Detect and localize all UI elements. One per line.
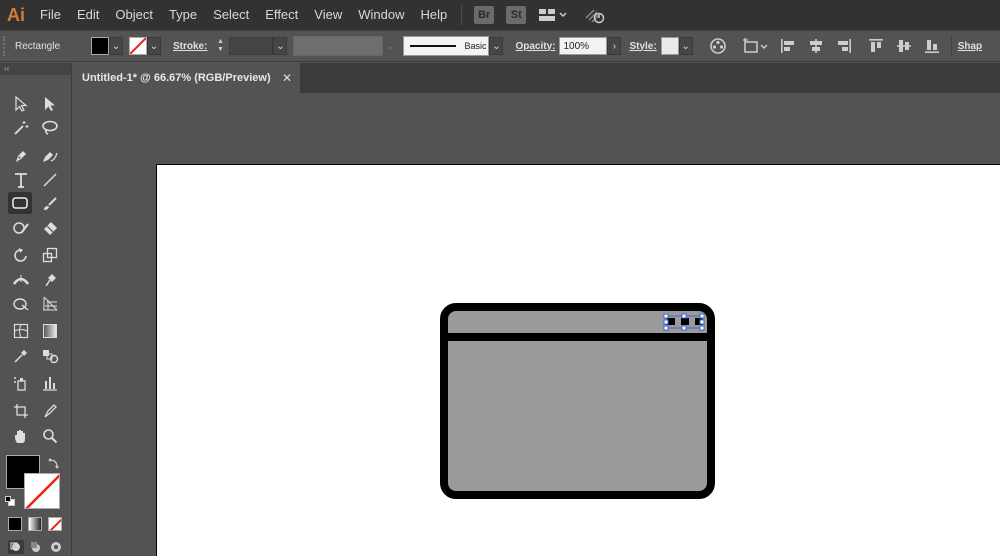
gpu-performance-icon[interactable] [578,4,612,26]
width-tool-icon[interactable] [9,269,33,291]
draw-inside-icon[interactable] [48,540,64,554]
paintbrush-tool-icon[interactable] [38,193,62,215]
fill-dropdown-icon[interactable]: ⌄ [109,37,123,55]
toolbox-panel: ‹‹ [0,63,72,556]
opacity-label[interactable]: Opacity: [515,41,555,52]
menu-effect[interactable]: Effect [257,0,306,30]
variable-width-profile[interactable] [293,36,384,56]
arrange-documents-icon[interactable] [536,4,570,26]
menu-file[interactable]: File [32,0,69,30]
default-colors-icon[interactable] [5,495,15,506]
menu-bar: Ai File Edit Object Type Select Effect V… [0,0,1000,30]
menu-type[interactable]: Type [161,0,205,30]
control-bar: Rectangle ⌄ ⌄ Stroke: ▲ ▼ ⌄ ⌄ Basic ⌄ Opa… [0,30,1000,62]
lasso-tool-icon[interactable] [38,117,62,139]
gradient-tool-icon[interactable] [38,320,62,342]
zoom-tool-icon[interactable] [38,425,62,447]
direct-selection-tool-icon[interactable] [38,93,62,115]
menu-window[interactable]: Window [350,0,412,30]
stroke-label[interactable]: Stroke: [173,41,207,52]
align-vertical-center-icon[interactable] [893,35,915,57]
gradient-mode-button[interactable] [28,517,42,531]
draw-behind-icon[interactable] [28,540,44,554]
slice-tool-icon[interactable] [38,400,62,422]
graphic-style-swatch[interactable] [660,37,679,55]
style-dropdown-icon[interactable]: ⌄ [678,37,693,55]
shape-builder-tool-icon[interactable] [9,293,33,315]
type-tool-icon[interactable] [9,169,33,191]
color-mode-button[interactable] [8,517,22,531]
recolor-artwork-icon[interactable] [707,35,729,57]
window-control-dots[interactable] [667,318,703,325]
swap-fill-stroke-icon[interactable] [48,457,60,469]
opacity-input[interactable]: 100% [559,37,608,55]
stroke-dropdown-icon[interactable]: ⌄ [147,37,161,55]
eyedropper-tool-icon[interactable] [9,345,33,367]
selection-tool-icon[interactable] [9,93,33,115]
align-left-icon[interactable] [777,35,799,57]
stroke-color-swatch[interactable] [24,473,60,509]
menu-help[interactable]: Help [412,0,455,30]
curvature-tool-icon[interactable] [38,145,62,167]
magic-wand-tool-icon[interactable] [9,117,33,139]
hand-tool-icon[interactable] [9,425,33,447]
toolbox-collapse[interactable]: ‹‹ [0,63,71,75]
align-horizontal-center-icon[interactable] [805,35,827,57]
align-to-icon[interactable] [741,35,771,57]
app-logo: Ai [7,4,25,25]
stroke-weight-input[interactable] [229,37,274,55]
draw-normal-icon[interactable] [8,540,24,554]
shape-label[interactable]: Shap [958,41,982,52]
document-tab-bar: Untitled-1* @ 66.67% (RGB/Preview) ✕ [72,63,1000,93]
puppet-warp-tool-icon[interactable] [38,269,62,291]
align-right-icon[interactable] [833,35,855,57]
style-label: Style: [629,40,657,52]
menu-select[interactable]: Select [205,0,257,30]
artboard[interactable] [157,165,1000,556]
close-tab-icon[interactable]: ✕ [282,71,292,85]
panel-grip[interactable] [3,36,9,56]
width-profile-dropdown-icon: ⌄ [383,37,398,55]
shaper-tool-icon[interactable] [9,217,33,239]
opacity-arrow-icon[interactable]: › [607,37,622,55]
fill-swatch[interactable] [91,37,109,55]
brush-dropdown-icon[interactable]: ⌄ [489,37,504,55]
column-graph-tool-icon[interactable] [38,372,62,394]
document-tab-title: Untitled-1* @ 66.67% (RGB/Preview) [82,72,271,84]
brush-definition-label: Basic [464,41,487,51]
line-segment-tool-icon[interactable] [38,169,62,191]
bridge-button[interactable]: Br [474,6,495,24]
none-mode-button[interactable] [48,517,62,531]
stroke-weight-dropdown-icon[interactable]: ⌄ [273,37,288,55]
blend-tool-icon[interactable] [38,345,62,367]
control-divider [950,36,952,56]
pen-tool-icon[interactable] [9,145,33,167]
document-tab[interactable]: Untitled-1* @ 66.67% (RGB/Preview) ✕ [72,63,300,93]
symbol-sprayer-tool-icon[interactable] [9,372,33,394]
brush-definition[interactable]: Basic [403,36,490,56]
browser-window-illustration[interactable] [440,303,715,499]
align-bottom-icon[interactable] [921,35,943,57]
brush-line-preview [410,45,457,47]
mesh-tool-icon[interactable] [9,320,33,342]
artboard-tool-icon[interactable] [9,400,33,422]
stroke-weight-spinner[interactable]: ▲ ▼ [213,37,227,55]
menu-view[interactable]: View [306,0,350,30]
artwork [440,303,715,499]
align-top-icon[interactable] [865,35,887,57]
menu-divider [461,5,463,25]
scale-tool-icon[interactable] [38,244,62,266]
rotate-tool-icon[interactable] [9,244,33,266]
perspective-grid-tool-icon[interactable] [38,293,62,315]
menu-object[interactable]: Object [107,0,161,30]
eraser-tool-icon[interactable] [38,217,62,239]
stroke-swatch[interactable] [129,37,147,55]
current-tool-name: Rectangle [15,40,61,52]
rectangle-tool-icon[interactable] [8,192,32,214]
menu-edit[interactable]: Edit [69,0,107,30]
stock-button[interactable]: St [506,6,527,24]
